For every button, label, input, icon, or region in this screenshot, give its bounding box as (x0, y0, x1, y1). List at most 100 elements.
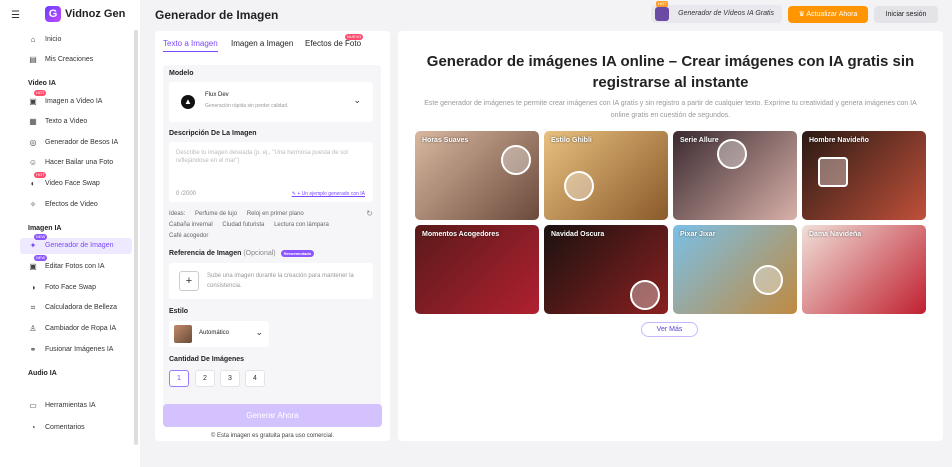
idea-chip[interactable]: Lectura con lámpara (274, 222, 329, 228)
example-card[interactable]: Pixar Jixar (673, 225, 797, 314)
sidebar-item-label: Comentarios (45, 424, 85, 431)
sidebar-item-comentarios[interactable]: ◔ Comentarios (20, 420, 132, 436)
model-description: Generación rápida sin perder calidad. (205, 103, 289, 109)
edit-photo-icon: ▣ (29, 262, 37, 271)
video-generator-label: Generador de Vídeos IA Gratis (678, 10, 774, 17)
sidebar-item-label: Generador de Besos IA (45, 139, 119, 146)
section-audio-ia: Audio IA (28, 370, 57, 377)
sidebar-item-inicio[interactable]: ⌂ Inicio (20, 32, 132, 48)
sidebar-item-label: Efectos de Video (45, 201, 98, 208)
card-reference-thumbnail (717, 139, 747, 169)
recommended-badge: Recomendado (280, 250, 315, 257)
generator-form-panel: Texto a Imagen Imagen a Imagen Efectos d… (155, 31, 390, 441)
card-label: Momentos Acogedores (422, 231, 500, 238)
plus-icon[interactable]: + (179, 271, 199, 291)
model-select[interactable]: ▲ Flux Dev Generación rápida sin perder … (169, 82, 373, 122)
card-label: Horas Suaves (422, 137, 469, 144)
sidebar-item-label: Cambiador de Ropa IA (45, 325, 117, 332)
hot-badge: HOT (34, 172, 47, 178)
brand-name: Vidnoz Gen (65, 8, 126, 20)
toolbox-icon: ▭ (29, 401, 37, 410)
page-title: Generador de Imagen (155, 8, 279, 22)
ai-example-link[interactable]: ✎ + Un ejemplo generado con IA (292, 191, 365, 197)
example-card[interactable]: Hombre Navideño (802, 131, 926, 220)
sidebar-item-label: Foto Face Swap (45, 284, 96, 291)
idea-chip[interactable]: Café acogedor (169, 233, 208, 239)
tab-texto-a-imagen[interactable]: Texto a Imagen (163, 39, 218, 52)
sidebar-item-label: Calculadora de Belleza (45, 304, 117, 311)
style-select[interactable]: Automático ⌄ (169, 321, 269, 347)
idea-chip[interactable]: Reloj en primer plano (247, 211, 304, 217)
sidebar-item-label: Herramientas IA (45, 402, 96, 409)
new-badge: NUEVO (345, 34, 364, 40)
sidebar-item-fusionar[interactable]: ⚭ Fusionar Imágenes IA (20, 342, 132, 358)
merge-icon: ⚭ (29, 345, 37, 354)
quantity-option-3[interactable]: 3 (220, 370, 240, 387)
idea-chip[interactable]: Cabaña invernal (169, 222, 213, 228)
kiss-icon: ◎ (29, 138, 37, 147)
new-badge: NEW (34, 255, 48, 261)
sidebar-item-generador-imagen[interactable]: ✦ NEW Generador de Imagen (20, 234, 132, 254)
sidebar-item-mis-creaciones[interactable]: ▤ Mis Creaciones (20, 52, 132, 68)
sidebar-item-besos[interactable]: ◎ Generador de Besos IA (20, 135, 132, 151)
quantity-option-4[interactable]: 4 (245, 370, 265, 387)
sidebar-item-video-face-swap[interactable]: ◐ HOT Video Face Swap (20, 172, 132, 192)
card-reference-thumbnail (753, 265, 783, 295)
sidebar-item-imagen-a-video[interactable]: ▣ HOT Imagen a Video IA (20, 90, 132, 110)
sidebar-scrollbar[interactable] (134, 30, 138, 445)
sidebar-header: ☰ G Vidnoz Gen (0, 0, 140, 28)
reference-label-text: Referencia de Imagen (169, 250, 242, 257)
example-card[interactable]: Dama Navideña (802, 225, 926, 314)
example-card[interactable]: Horas Suaves (415, 131, 539, 220)
login-button[interactable]: Iniciar sesión (874, 6, 938, 23)
description-input[interactable]: Describe tu imagen deseada (p. ej., "Una… (169, 142, 373, 202)
menu-icon[interactable]: ☰ (11, 10, 20, 21)
reference-upload[interactable]: + Sube una imagen durante la creación pa… (169, 263, 373, 299)
home-icon: ⌂ (30, 35, 36, 44)
text-video-icon: ▦ (29, 117, 37, 126)
section-imagen-ia: Imagen IA (28, 225, 62, 232)
feedback-icon: ◔ (30, 423, 36, 432)
style-thumbnail (174, 325, 192, 343)
sidebar-item-editar-fotos[interactable]: ▣ NEW Editar Fotos con IA (20, 255, 132, 275)
card-reference-thumbnail (564, 171, 594, 201)
example-card[interactable]: Serie Allure (673, 131, 797, 220)
example-card[interactable]: Estilo Ghibli (544, 131, 668, 220)
sidebar-item-herramientas[interactable]: ▭ Herramientas IA (20, 398, 132, 414)
upgrade-button[interactable]: ♛ Actualizar Ahora (788, 6, 868, 23)
quantity-option-1[interactable]: 1 (169, 370, 189, 387)
example-card[interactable]: Navidad Oscura (544, 225, 668, 314)
example-card[interactable]: Momentos Acogedores (415, 225, 539, 314)
idea-chip[interactable]: Perfume de lujo (195, 211, 237, 217)
dance-icon: ☺ (28, 158, 38, 167)
see-more-button[interactable]: Ver Más (641, 322, 698, 337)
tab-imagen-a-imagen[interactable]: Imagen a Imagen (231, 39, 293, 48)
character-counter: 0 /2000 (176, 191, 197, 197)
chevron-down-icon: ⌄ (255, 327, 263, 337)
chevron-down-icon: ⌄ (353, 95, 361, 105)
sidebar-item-texto-a-video[interactable]: ▦ Texto a Video (20, 114, 132, 130)
card-label: Serie Allure (680, 137, 719, 144)
ideas-list: Ideas: Perfume de lujo Reloj en primer p… (169, 209, 373, 242)
description-placeholder: Describe tu imagen deseada (p. ej., "Una… (176, 150, 348, 164)
card-label: Estilo Ghibli (551, 137, 592, 144)
model-name: Flux Dev (205, 92, 229, 98)
sidebar-item-bailar[interactable]: ☺ Hacer Bailar una Foto (20, 155, 132, 171)
idea-chip[interactable]: Ciudad futurista (222, 222, 264, 228)
effects-icon: ✧ (29, 200, 37, 209)
sidebar-item-cambiador-ropa[interactable]: ♙ Cambiador de Ropa IA (20, 321, 132, 337)
hot-badge: HOT (34, 90, 47, 96)
tab-efectos-foto[interactable]: Efectos de Foto (305, 39, 361, 48)
folder-icon: ▤ (29, 55, 37, 64)
card-label: Pixar Jixar (680, 231, 716, 238)
sidebar-item-calculadora-belleza[interactable]: ⌗ Calculadora de Belleza (20, 300, 132, 316)
sidebar-item-foto-face-swap[interactable]: ◑ Foto Face Swap (20, 280, 132, 296)
top-bar: Generador de Imagen Generador de Vídeos … (140, 0, 952, 28)
refresh-ideas-icon[interactable]: ↻ (366, 209, 373, 218)
quantity-option-2[interactable]: 2 (195, 370, 215, 387)
hot-badge: HOT (656, 1, 669, 7)
sidebar-item-efectos-video[interactable]: ✧ Efectos de Video (20, 197, 132, 213)
video-generator-button[interactable]: Generador de Vídeos IA Gratis (651, 5, 782, 23)
clothes-icon: ♙ (29, 324, 37, 333)
generate-button[interactable]: Generar Ahora (163, 404, 382, 427)
